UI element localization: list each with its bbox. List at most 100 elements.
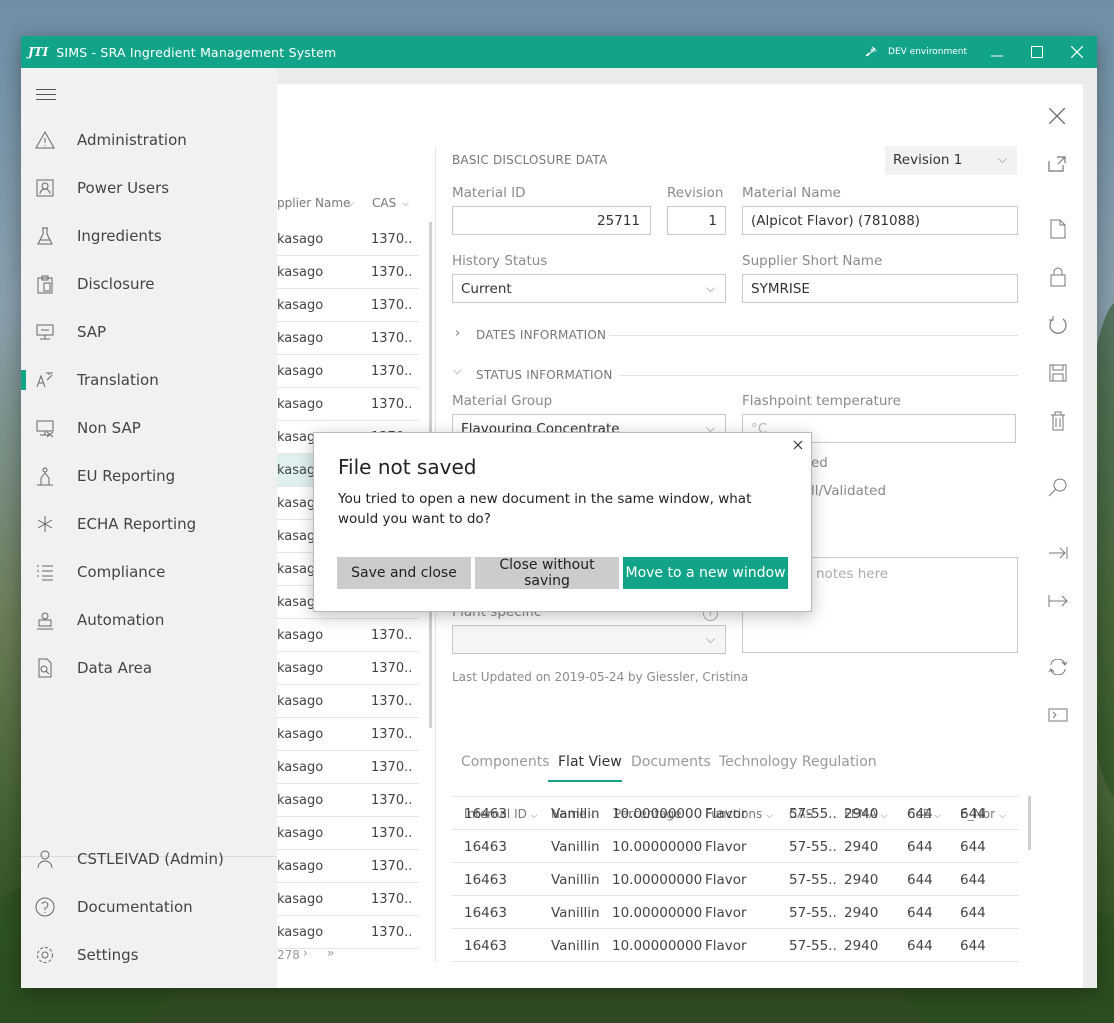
tab-documents[interactable]: Documents bbox=[631, 754, 711, 770]
list-cell-supplier: kasago bbox=[277, 628, 324, 643]
material-id-field[interactable]: 25711 bbox=[452, 206, 651, 235]
sidebar-item-sap[interactable]: SAP bbox=[21, 308, 277, 356]
table-cell: 2940 bbox=[844, 872, 879, 888]
trash-icon bbox=[1051, 411, 1065, 431]
gear-icon bbox=[35, 945, 55, 965]
move-from-button[interactable] bbox=[1047, 590, 1069, 612]
minimize-button[interactable] bbox=[977, 36, 1017, 68]
list-item[interactable]: kasago 1370.. bbox=[277, 784, 419, 817]
list-cell-cas: 1370.. bbox=[371, 694, 413, 709]
revision-select[interactable]: Revision 1 ⌵ bbox=[885, 146, 1017, 175]
table-cell: 2940 bbox=[844, 839, 879, 855]
new-document-button[interactable] bbox=[1047, 218, 1069, 240]
table-row[interactable]: 16463 Vanillin 10.00000000 Flavor 57-55.. 294… bbox=[452, 863, 1019, 896]
list-item[interactable]: kasago 1370.. bbox=[277, 751, 419, 784]
move-to-new-window-button[interactable]: Move to a new window bbox=[623, 557, 788, 589]
dates-expand-icon[interactable]: › bbox=[455, 326, 460, 341]
table-row[interactable]: 16463 Vanillin 10.00000000 Flavor 57-55.. 294… bbox=[452, 830, 1019, 863]
search-button[interactable] bbox=[1047, 476, 1069, 498]
table-cell: 2940 bbox=[844, 806, 879, 822]
table-cell: 10.00000000 bbox=[612, 872, 703, 888]
list-item[interactable]: kasago 1370.. bbox=[277, 850, 419, 883]
sidebar-item-eu-reporting[interactable]: EU Reporting bbox=[21, 452, 277, 500]
sidebar-item-translation[interactable]: Translation bbox=[21, 356, 277, 404]
list-cell-supplier: kasago bbox=[277, 892, 324, 907]
list-item[interactable]: kasago 1370.. bbox=[277, 883, 419, 916]
sidebar-item-ingredients[interactable]: Ingredients bbox=[21, 212, 277, 260]
material-name-field[interactable]: (Alpicot Flavor) (781088) bbox=[742, 206, 1018, 235]
delete-button[interactable] bbox=[1047, 410, 1069, 432]
sidebar-item-administration[interactable]: Administration bbox=[21, 116, 277, 164]
list-item[interactable]: kasago 1370.. bbox=[277, 619, 419, 652]
list-item[interactable]: kasago 1370.. bbox=[277, 916, 419, 949]
console-button[interactable] bbox=[1047, 704, 1069, 726]
pager-next-icon[interactable]: › bbox=[303, 946, 308, 960]
list-item[interactable]: kasago 1370.. bbox=[277, 652, 419, 685]
sidebar-item-automation[interactable]: Automation bbox=[21, 596, 277, 644]
sidebar-item-documentation[interactable]: Documentation bbox=[21, 883, 277, 931]
lock-button[interactable] bbox=[1047, 266, 1069, 288]
table-cell: 644 bbox=[960, 905, 986, 921]
dialog-message: You tried to open a new document in the … bbox=[338, 491, 752, 527]
save-button[interactable] bbox=[1047, 362, 1069, 384]
table-cell: 57-55.. bbox=[789, 872, 837, 888]
list-header-supplier-chevron[interactable]: ⌵ bbox=[347, 199, 354, 209]
tab-flat-view[interactable]: Flat View bbox=[558, 754, 622, 770]
plant-specific-select[interactable]: ⌵ bbox=[452, 625, 726, 654]
flask-icon bbox=[35, 226, 55, 246]
sidebar-item-label: Translation bbox=[77, 371, 159, 389]
table-row[interactable]: 16463 Vanillin 10.00000000 Flavor 57-55.. 294… bbox=[452, 929, 1019, 962]
supplier-short-field[interactable]: SYMRISE bbox=[742, 274, 1018, 303]
grid-scrollbar[interactable] bbox=[1028, 796, 1031, 850]
list-header-cas[interactable]: CAS bbox=[372, 196, 396, 210]
table-row[interactable]: 16463 Vanillin 10.00000000 Flavor 57-55.. 294… bbox=[452, 797, 1019, 830]
list-header-supplier[interactable]: pplier Name bbox=[277, 196, 350, 210]
refresh-button[interactable] bbox=[1047, 314, 1069, 336]
sync-button[interactable] bbox=[1047, 656, 1069, 678]
list-item[interactable]: kasago 1370.. bbox=[277, 355, 419, 388]
close-without-saving-button[interactable]: Close without saving bbox=[475, 557, 619, 589]
table-cell: Vanillin bbox=[551, 806, 600, 822]
list-cell-cas: 1370.. bbox=[371, 859, 413, 874]
status-collapse-icon[interactable]: ⌵ bbox=[453, 364, 461, 378]
pager-last-icon[interactable]: » bbox=[327, 946, 334, 960]
list-item[interactable]: kasago 1370.. bbox=[277, 388, 419, 421]
tab-technology-regulation[interactable]: Technology Regulation bbox=[719, 754, 877, 770]
list-cell-cas: 1370.. bbox=[371, 661, 413, 676]
maximize-button[interactable] bbox=[1017, 36, 1057, 68]
list-cell-supplier: kasago bbox=[277, 397, 324, 412]
sidebar-item-data-area[interactable]: Data Area bbox=[21, 644, 277, 692]
revision-field[interactable]: 1 bbox=[667, 206, 726, 235]
list-header-cas-chevron[interactable]: ⌵ bbox=[402, 199, 409, 209]
tab-components[interactable]: Components bbox=[461, 754, 550, 770]
dialog-title: File not saved bbox=[338, 455, 477, 479]
save-and-close-button[interactable]: Save and close bbox=[337, 557, 471, 589]
list-item[interactable]: kasago 1370.. bbox=[277, 685, 419, 718]
history-status-select[interactable]: Current ⌵ bbox=[452, 274, 726, 303]
window-title: SIMS - SRA Ingredient Management System bbox=[56, 44, 337, 60]
sidebar-item-non-sap[interactable]: Non SAP bbox=[21, 404, 277, 452]
close-panel-icon[interactable] bbox=[1049, 108, 1065, 124]
sidebar-item-compliance[interactable]: Compliance bbox=[21, 548, 277, 596]
status-section-title[interactable]: STATUS INFORMATION bbox=[476, 368, 613, 382]
dates-section-title[interactable]: DATES INFORMATION bbox=[476, 328, 606, 342]
sidebar-item-cstleivad-admin[interactable]: CSTLEIVAD (Admin) bbox=[21, 835, 277, 883]
list-item[interactable]: kasago 1370.. bbox=[277, 817, 419, 850]
sidebar-item-label: Ingredients bbox=[77, 227, 162, 245]
sidebar-item-echa-reporting[interactable]: ECHA Reporting bbox=[21, 500, 277, 548]
move-right-button[interactable] bbox=[1047, 542, 1069, 564]
list-item[interactable]: kasago 1370.. bbox=[277, 718, 419, 751]
dialog-close-icon[interactable] bbox=[791, 438, 805, 452]
sidebar-item-disclosure[interactable]: Disclosure bbox=[21, 260, 277, 308]
list-item[interactable]: kasago 1370.. bbox=[277, 322, 419, 355]
lock-icon bbox=[1050, 267, 1066, 287]
sidebar-item-settings[interactable]: Settings bbox=[21, 931, 277, 979]
sidebar-item-power-users[interactable]: Power Users bbox=[21, 164, 277, 212]
list-item[interactable]: kasago 1370.. bbox=[277, 256, 419, 289]
list-item[interactable]: kasago 1370.. bbox=[277, 223, 419, 256]
window-close-button[interactable] bbox=[1057, 36, 1097, 68]
hamburger-menu-icon[interactable] bbox=[36, 89, 56, 104]
list-item[interactable]: kasago 1370.. bbox=[277, 289, 419, 322]
table-row[interactable]: 16463 Vanillin 10.00000000 Flavor 57-55.. 294… bbox=[452, 896, 1019, 929]
open-external-icon[interactable] bbox=[1048, 156, 1066, 172]
